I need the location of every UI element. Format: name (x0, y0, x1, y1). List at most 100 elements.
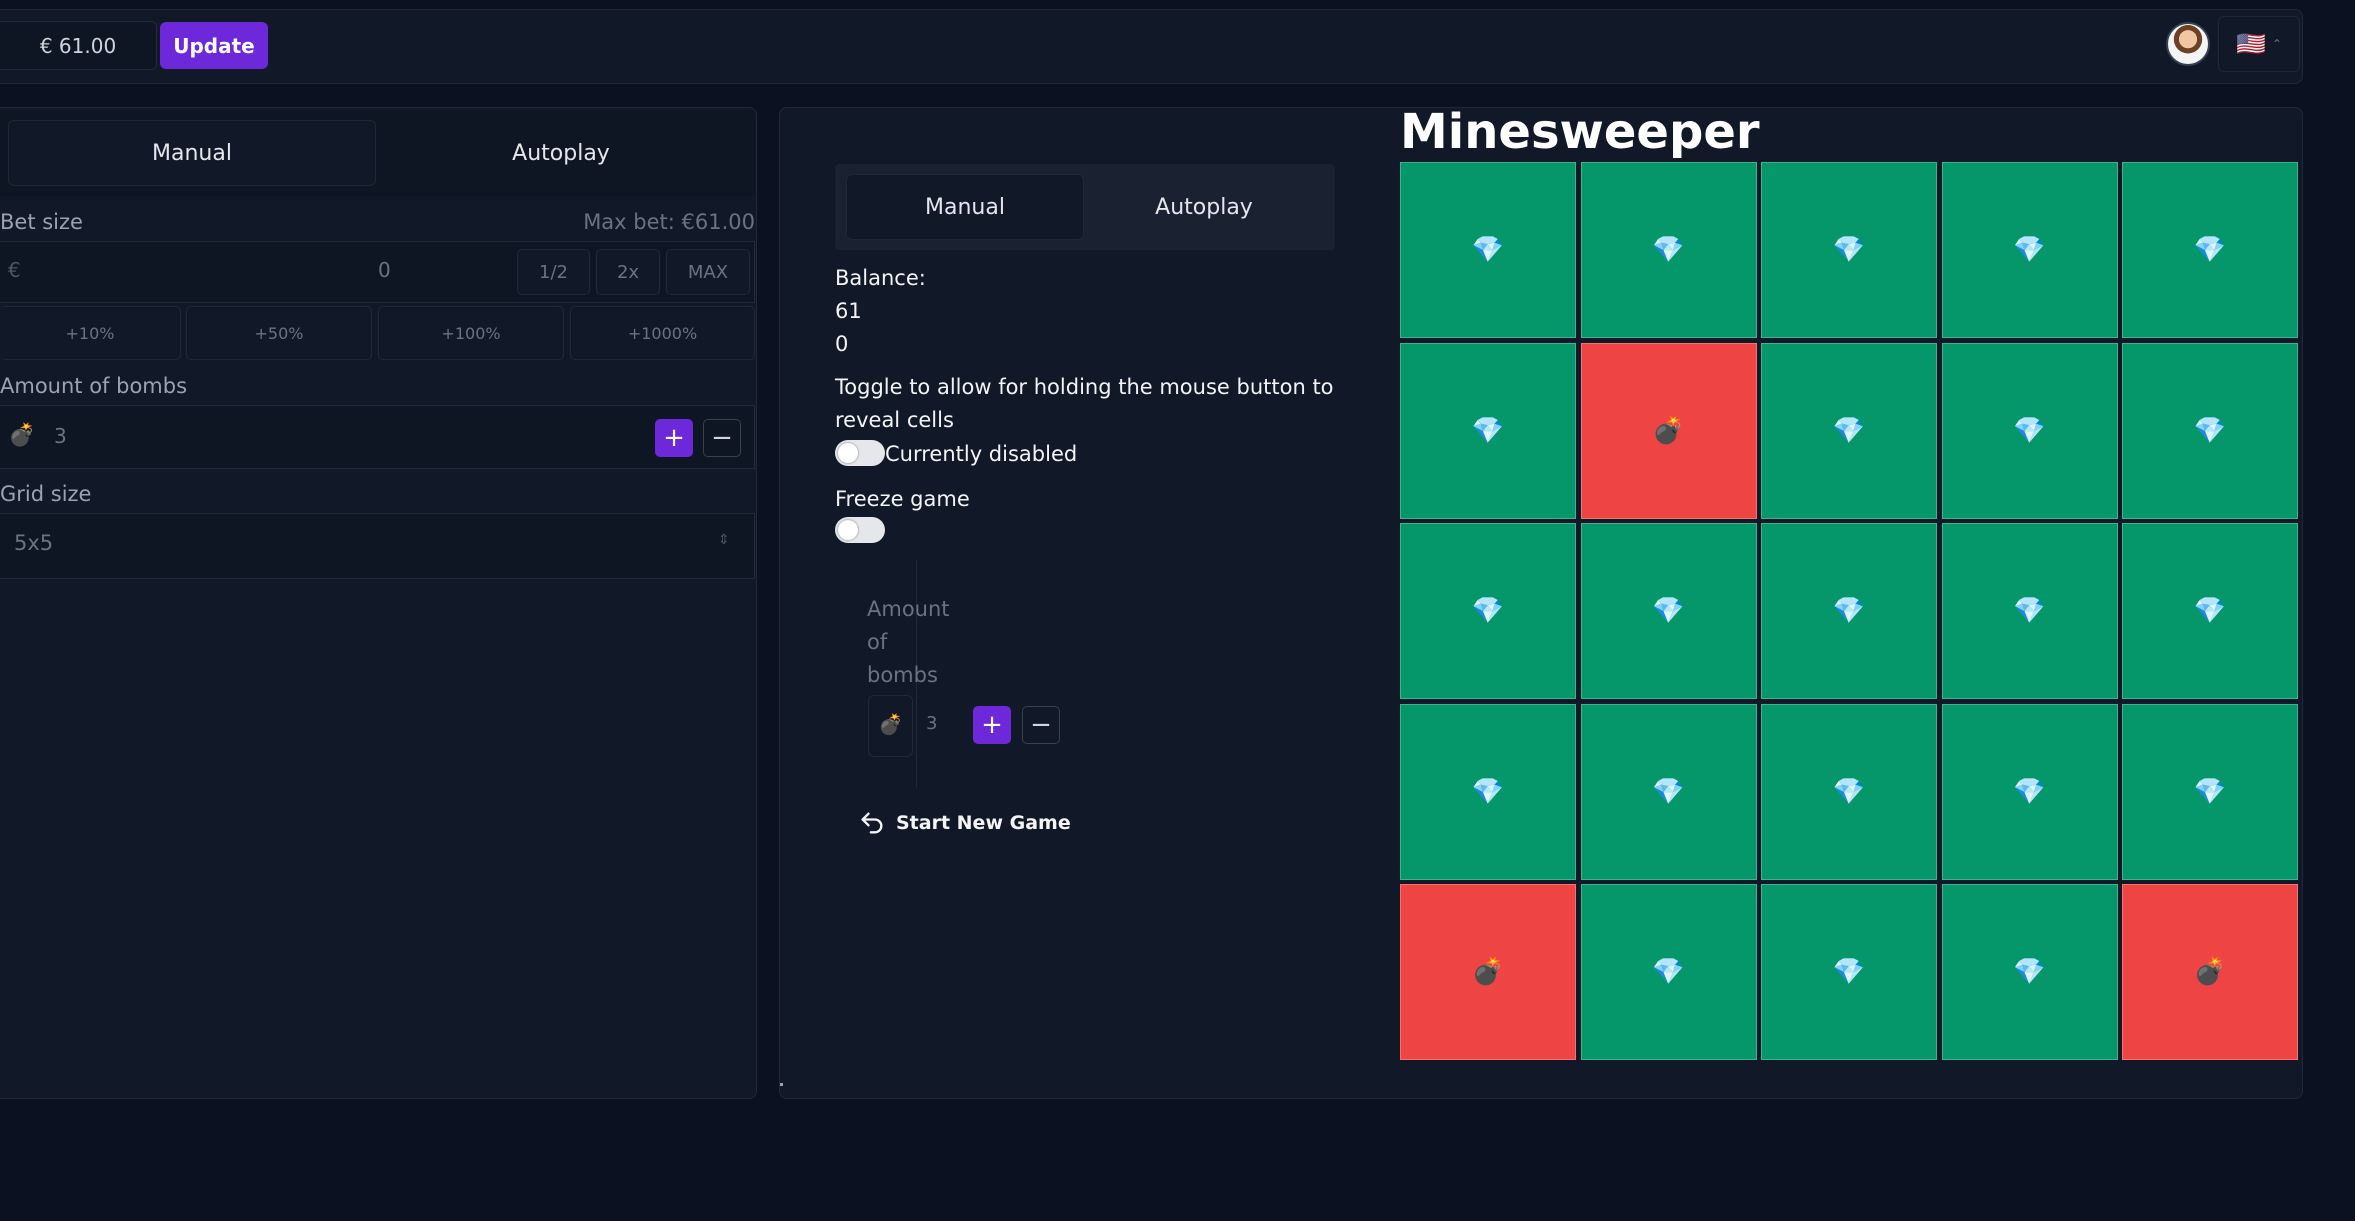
decrease-bombs-button[interactable]: − (703, 419, 741, 457)
bet-size-label: Bet size (0, 210, 83, 234)
bomb-cell[interactable]: 💣 (1400, 884, 1576, 1060)
gem-icon: 💎 (2013, 415, 2046, 446)
gem-cell[interactable]: 💎 (2122, 342, 2298, 519)
currency-symbol: € (8, 258, 21, 282)
chevron-updown-icon: ⌃ (2271, 37, 2282, 51)
double-bet-button[interactable]: 2x (596, 249, 660, 295)
balance-value: 61 (835, 299, 862, 323)
max-bet-label: Max bet: €61.00 (583, 210, 755, 234)
gem-cell[interactable]: 💎 (1761, 703, 1937, 880)
decrease-bombs-button[interactable]: − (1022, 706, 1060, 744)
balance-label: Balance: (835, 266, 926, 290)
hold-mouse-toggle[interactable] (835, 440, 885, 466)
hold-toggle-status: Currently disabled (885, 442, 1078, 466)
game-title: Minesweeper (1400, 104, 1760, 160)
gem-cell[interactable]: 💎 (1400, 703, 1576, 880)
grid-size-label: Grid size (0, 482, 92, 506)
bombs-amount-label: Amount of bombs (867, 597, 950, 687)
gem-icon: 💎 (1832, 596, 1866, 626)
plus-1000-percent-button[interactable]: +1000% (570, 306, 755, 360)
gem-icon: 💎 (1471, 415, 1505, 446)
gem-icon: 💎 (2193, 235, 2227, 265)
gem-cell[interactable]: 💎 (1941, 703, 2118, 880)
grid-size-value: 5x5 (14, 531, 54, 555)
bomb-icon: 💣 (1471, 957, 1505, 987)
update-button[interactable]: Update (160, 22, 268, 69)
secondary-value: 0 (835, 332, 849, 356)
gem-icon: 💎 (1471, 235, 1505, 265)
gem-cell[interactable]: 💎 (2122, 162, 2298, 338)
gem-icon: 💎 (2013, 957, 2046, 987)
hold-toggle-description: Toggle to allow for holding the mouse bu… (835, 375, 1334, 432)
gem-cell[interactable]: 💎 (1580, 523, 1757, 699)
start-new-game-button[interactable]: Start New Game (858, 809, 1071, 837)
gem-cell[interactable]: 💎 (1580, 703, 1757, 880)
increase-bombs-button[interactable]: + (655, 419, 693, 457)
bomb-icon: 💣 (2193, 957, 2227, 987)
gem-cell[interactable]: 💎 (1761, 884, 1937, 1060)
gem-icon: 💎 (1652, 957, 1685, 987)
undo-arrow-icon (861, 812, 883, 834)
gem-cell[interactable]: 💎 (1761, 162, 1937, 338)
gem-icon: 💎 (1832, 235, 1866, 265)
bomb-icon: 💣 (878, 712, 903, 736)
freeze-game-label: Freeze game (835, 487, 970, 511)
bomb-icon: 💣 (1652, 415, 1685, 446)
gem-icon: 💎 (2193, 596, 2227, 626)
bombs-amount-input[interactable] (0, 405, 755, 469)
gem-icon: 💎 (1471, 596, 1505, 626)
bet-amount-value[interactable]: 0 (378, 258, 391, 282)
plus-50-percent-button[interactable]: +50% (186, 306, 372, 360)
tab-manual[interactable]: Manual (8, 120, 376, 186)
gem-cell[interactable]: 💎 (1400, 162, 1576, 338)
gem-icon: 💎 (1471, 776, 1505, 807)
bomb-icon: 💣 (8, 423, 36, 448)
gem-icon: 💎 (1652, 776, 1685, 807)
gem-cell[interactable]: 💎 (1400, 523, 1576, 699)
gem-cell[interactable]: 💎 (1761, 523, 1937, 699)
bombs-amount-value[interactable]: 3 (926, 713, 937, 734)
plus-10-percent-button[interactable]: +10% (0, 306, 181, 360)
gem-cell[interactable]: 💎 (1941, 523, 2118, 699)
chevron-updown-icon: ⇕ (718, 532, 730, 548)
freeze-game-toggle[interactable] (835, 517, 885, 543)
max-bet-button[interactable]: MAX (666, 249, 750, 295)
bombs-amount-value[interactable]: 3 (54, 424, 67, 448)
bombs-amount-label: Amount of bombs (0, 374, 188, 398)
minesweeper-board: 💎 💎 💎 💎 💎 💎 💣 💎 💎 💎 💎 💎 💎 💎 💎 💎 💎 💎 💎 💎 💣 💎 💎 💎 💣 (1400, 162, 2303, 1065)
tab-autoplay[interactable]: Autoplay (376, 120, 746, 186)
gem-cell[interactable]: 💎 (1761, 342, 1937, 519)
decorative-dot (780, 1083, 783, 1086)
gem-cell[interactable]: 💎 (1941, 342, 2118, 519)
top-bar (0, 9, 2303, 84)
grid-size-select[interactable] (0, 513, 755, 579)
bomb-cell[interactable]: 💣 (1580, 342, 1757, 519)
user-avatar[interactable] (2166, 22, 2210, 66)
gem-cell[interactable]: 💎 (1580, 884, 1757, 1060)
language-select[interactable]: 🇺🇸 ⌃ (2218, 16, 2300, 72)
gem-cell[interactable]: 💎 (1941, 162, 2118, 338)
gem-icon: 💎 (1832, 415, 1866, 446)
tab-autoplay[interactable]: Autoplay (1084, 174, 1324, 240)
gem-cell[interactable]: 💎 (2122, 703, 2298, 880)
tab-manual[interactable]: Manual (846, 174, 1084, 240)
gem-icon: 💎 (2013, 596, 2046, 626)
start-new-game-label: Start New Game (896, 812, 1071, 834)
gem-icon: 💎 (1652, 596, 1685, 626)
gem-icon: 💎 (2013, 235, 2046, 265)
us-flag-icon: 🇺🇸 (2236, 30, 2266, 58)
balance-display: € 61.00 (0, 21, 157, 70)
half-bet-button[interactable]: 1/2 (517, 249, 590, 295)
gem-icon: 💎 (1652, 235, 1685, 265)
gem-cell[interactable]: 💎 (2122, 523, 2298, 699)
gem-cell[interactable]: 💎 (1400, 342, 1576, 519)
gem-icon: 💎 (1832, 957, 1866, 987)
gem-cell[interactable]: 💎 (1580, 162, 1757, 338)
gem-cell[interactable]: 💎 (1941, 884, 2118, 1060)
plus-100-percent-button[interactable]: +100% (378, 306, 564, 360)
increase-bombs-button[interactable]: + (973, 706, 1011, 744)
gem-icon: 💎 (2193, 776, 2227, 807)
bomb-cell[interactable]: 💣 (2122, 884, 2298, 1060)
gem-icon: 💎 (1832, 776, 1866, 807)
gem-icon: 💎 (2193, 415, 2227, 446)
